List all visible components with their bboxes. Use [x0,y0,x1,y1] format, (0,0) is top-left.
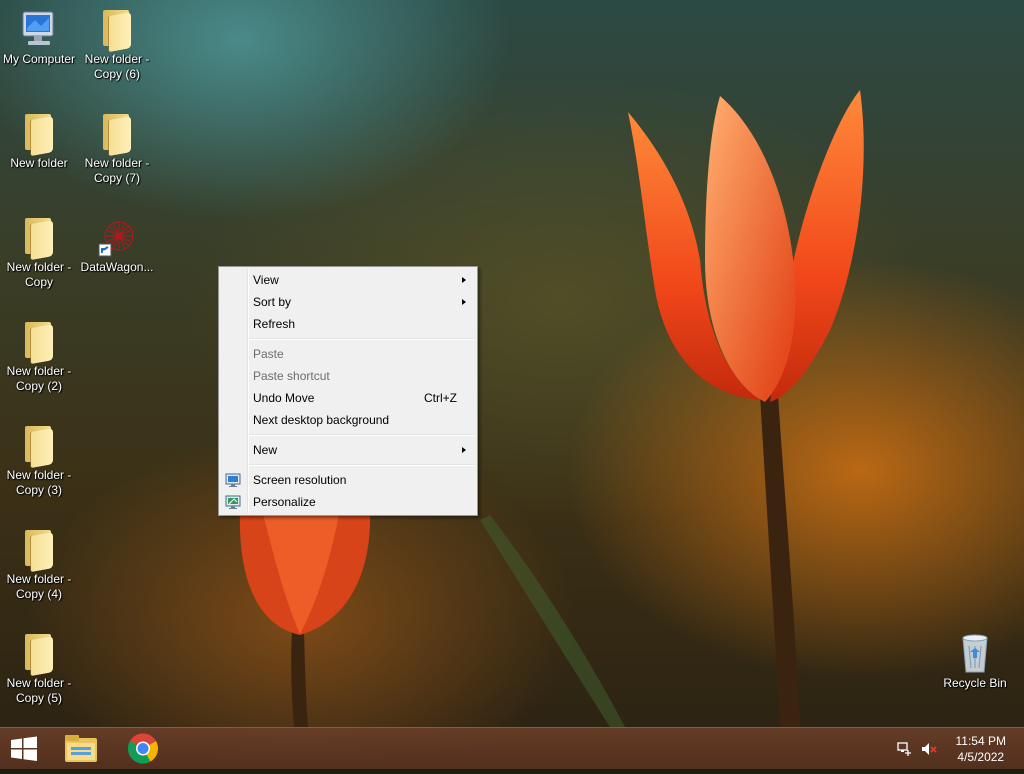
menu-item-undo-move[interactable]: Undo Move Ctrl+Z [219,387,477,409]
submenu-arrow-icon [462,299,466,305]
windows-logo-icon [11,736,37,761]
menu-item-paste: Paste [253,347,284,361]
desktop-icon-folder-copy-3[interactable]: New folder - Copy (3) [0,424,78,498]
desktop-icon-folder-copy-2[interactable]: New folder - Copy (2) [0,320,78,394]
menu-separator [249,338,475,340]
menu-item-refresh[interactable]: Refresh [219,313,477,335]
folder-icon [19,632,59,676]
desktop-context-menu: View Sort by Refresh Paste Paste shortcu… [218,266,478,516]
desktop-icon-folder-copy-5[interactable]: New folder - Copy (5) [0,632,78,706]
desktop-icon-folder-copy-7[interactable]: New folder - Copy (7) [78,112,156,186]
shortcut-label: Ctrl+Z [424,391,457,405]
personalize-icon [225,494,241,510]
chrome-icon [127,733,159,764]
menu-item-screen-resolution[interactable]: Screen resolution [219,469,477,491]
menu-item-personalize[interactable]: Personalize [219,491,477,513]
folder-icon [19,112,59,156]
computer-icon [19,8,59,50]
submenu-arrow-icon [462,447,466,453]
desktop-icon-folder-copy[interactable]: New folder - Copy [0,216,78,290]
folder-icon [19,528,59,572]
menu-item-new[interactable]: New [219,439,477,461]
desktop-icon-my-computer[interactable]: My Computer [0,8,78,67]
file-explorer-icon [65,735,97,762]
volume-muted-icon[interactable] [920,740,938,758]
desktop-icon-recycle-bin[interactable]: Recycle Bin [936,632,1014,691]
recycle-bin-icon [955,632,995,674]
menu-item-next-desktop-background[interactable]: Next desktop background [219,409,477,431]
menu-item-paste-shortcut: Paste shortcut [253,369,330,383]
taskbar: 11:54 PM 4/5/2022 [0,727,1024,769]
folder-icon [19,320,59,364]
display-icon [225,472,241,488]
menu-item-view[interactable]: View [219,269,477,291]
desktop-icon-folder-copy-6[interactable]: New folder - Copy (6) [78,8,156,82]
taskbar-chrome-button[interactable] [114,728,172,769]
desktop-icon-new-folder[interactable]: New folder [0,112,78,171]
folder-icon [19,216,59,260]
clock-time: 11:54 PM [955,734,1006,748]
start-button[interactable] [0,728,48,769]
folder-icon [97,112,137,156]
taskbar-file-explorer-button[interactable] [52,728,110,769]
network-icon[interactable] [896,740,914,758]
folder-icon [97,8,137,52]
taskbar-clock[interactable]: 11:54 PM 4/5/2022 [956,733,1006,765]
clock-date: 4/5/2022 [957,750,1005,764]
desktop-icon-folder-copy-4[interactable]: New folder - Copy (4) [0,528,78,602]
menu-separator [249,434,475,436]
desktop-icon-datawagon[interactable]: DataWagon... [78,216,156,275]
submenu-arrow-icon [462,277,466,283]
folder-icon [19,424,59,468]
datawagon-app-icon [97,216,137,258]
menu-separator [249,464,475,466]
menu-item-sort-by[interactable]: Sort by [219,291,477,313]
